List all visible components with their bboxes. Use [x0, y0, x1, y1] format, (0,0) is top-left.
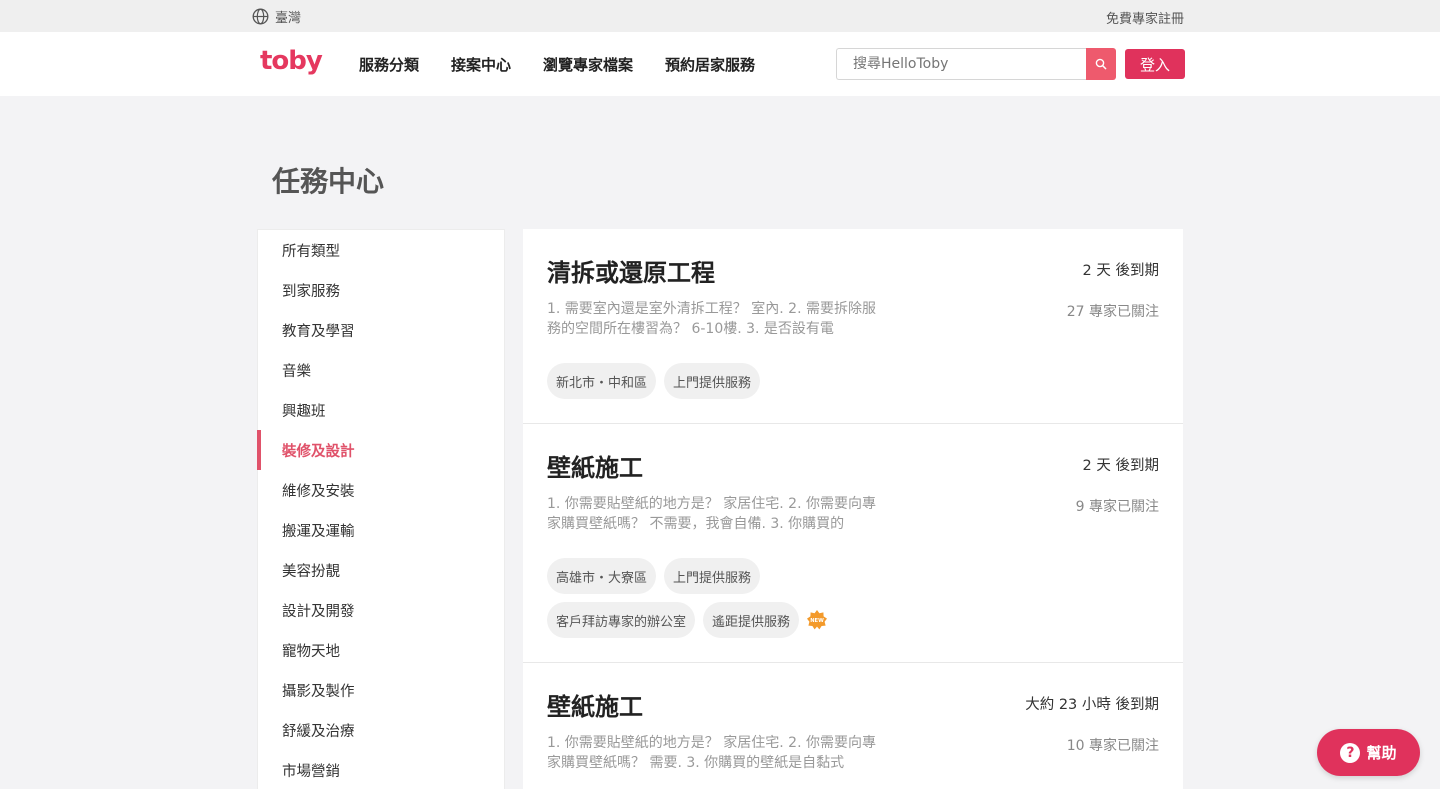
sidebar-item-education[interactable]: 教育及學習 — [258, 310, 504, 350]
toby-logo[interactable]: toby — [260, 46, 323, 76]
sidebar-item-label: 搬運及運輸 — [282, 523, 355, 540]
job-title[interactable]: 壁紙施工 — [547, 448, 1159, 482]
new-badge-label: NEW — [810, 618, 824, 624]
nav-book-home-service[interactable]: 預約居家服務 — [665, 54, 755, 75]
sidebar-item-pets[interactable]: 寵物天地 — [258, 630, 504, 670]
service-mode-tag: 遙距提供服務 — [703, 602, 800, 638]
new-badge-icon: NEW — [807, 610, 828, 630]
sidebar-item-label: 所有類型 — [282, 243, 340, 260]
job-tags: 高雄市・大寮區 上門提供服務 客戶拜訪專家的辦公室 遙距提供服務 NEW — [547, 558, 867, 638]
sidebar-item-photography[interactable]: 攝影及製作 — [258, 670, 504, 710]
sidebar-item-therapy[interactable]: 舒緩及治療 — [258, 710, 504, 750]
job-card[interactable]: 清拆或還原工程 2 天 後到期 27 專家已關注 1. 需要室內還是室外清拆工程… — [523, 229, 1183, 424]
sidebar-item-label: 音樂 — [282, 363, 311, 380]
region-selector[interactable]: 臺灣 — [252, 7, 301, 26]
search-icon — [1095, 58, 1107, 70]
job-feed: 清拆或還原工程 2 天 後到期 27 專家已關注 1. 需要室內還是室外清拆工程… — [523, 229, 1183, 789]
job-followers: 10 專家已關注 — [1066, 738, 1159, 754]
nav-links: 服務分類 接案中心 瀏覽專家檔案 預約居家服務 — [359, 54, 755, 75]
search-button[interactable] — [1086, 48, 1116, 80]
job-expiry: 2 天 後到期 — [1082, 263, 1159, 279]
sidebar-item-moving[interactable]: 搬運及運輸 — [258, 510, 504, 550]
job-card[interactable]: 壁紙施工 2 天 後到期 9 專家已關注 1. 你需要貼壁紙的地方是？ 家居住宅… — [523, 424, 1183, 663]
sidebar-item-label: 攝影及製作 — [282, 683, 355, 700]
job-expiry: 大約 23 小時 後到期 — [1025, 697, 1159, 713]
category-sidebar: 所有類型 到家服務 教育及學習 音樂 興趣班 裝修及設計 維修及安裝 搬運及運輸… — [257, 229, 505, 789]
job-title[interactable]: 清拆或還原工程 — [547, 253, 1159, 287]
top-utility-bar: 臺灣 免費專家註冊 — [0, 0, 1440, 32]
sidebar-item-label: 設計及開發 — [282, 603, 355, 620]
sidebar-item-all[interactable]: 所有類型 — [258, 230, 504, 270]
service-mode-tag: 上門提供服務 — [664, 363, 761, 399]
sidebar-item-label: 寵物天地 — [282, 643, 340, 660]
sidebar-item-label: 裝修及設計 — [282, 443, 355, 460]
sidebar-item-label: 教育及學習 — [282, 323, 355, 340]
login-button[interactable]: 登入 — [1125, 49, 1185, 79]
nav-service-categories[interactable]: 服務分類 — [359, 54, 419, 75]
sidebar-item-home-service[interactable]: 到家服務 — [258, 270, 504, 310]
sidebar-item-repair[interactable]: 維修及安裝 — [258, 470, 504, 510]
sidebar-item-label: 美容扮靚 — [282, 563, 340, 580]
job-description: 1. 你需要貼壁紙的地方是？ 家居住宅. 2. 你需要向專家購買壁紙嗎？ 不需要… — [547, 496, 876, 532]
location-tag: 高雄市・大寮區 — [547, 558, 657, 594]
job-description: 1. 你需要貼壁紙的地方是？ 家居住宅. 2. 你需要向專家購買壁紙嗎？ 需要.… — [547, 735, 876, 771]
search-input[interactable] — [836, 48, 1086, 80]
region-label: 臺灣 — [275, 11, 302, 26]
expert-register-link[interactable]: 免費專家註冊 — [1106, 8, 1184, 27]
sidebar-item-design-dev[interactable]: 設計及開發 — [258, 590, 504, 630]
sidebar-item-label: 市場營銷 — [282, 763, 340, 780]
globe-icon — [252, 8, 269, 25]
location-tag: 新北市・中和區 — [547, 363, 657, 399]
job-followers: 9 專家已關注 — [1075, 499, 1159, 515]
help-label: 幫助 — [1366, 744, 1397, 762]
job-followers: 27 專家已關注 — [1066, 304, 1159, 320]
job-tags: 新北市・中和區 上門提供服務 — [547, 363, 847, 399]
nav-job-center[interactable]: 接案中心 — [451, 54, 511, 75]
job-expiry: 2 天 後到期 — [1082, 458, 1159, 474]
sidebar-item-renovation[interactable]: 裝修及設計 — [257, 430, 504, 470]
page-title: 任務中心 — [272, 165, 385, 198]
nav-browse-experts[interactable]: 瀏覽專家檔案 — [543, 54, 633, 75]
question-icon: ? — [1340, 742, 1361, 763]
service-mode-tag: 客戶拜訪專家的辦公室 — [547, 602, 696, 638]
main-navbar: toby 服務分類 接案中心 瀏覽專家檔案 預約居家服務 登入 — [0, 32, 1440, 96]
job-description: 1. 需要室內還是室外清拆工程？ 室內. 2. 需要拆除服務的空間所在樓習為？ … — [547, 301, 876, 337]
help-button[interactable]: ? 幫助 — [1317, 729, 1420, 776]
sidebar-item-music[interactable]: 音樂 — [258, 350, 504, 390]
sidebar-item-label: 舒緩及治療 — [282, 723, 355, 740]
sidebar-item-label: 維修及安裝 — [282, 483, 355, 500]
sidebar-item-marketing[interactable]: 市場營銷 — [258, 750, 504, 789]
sidebar-item-label: 興趣班 — [282, 403, 326, 420]
job-card[interactable]: 壁紙施工 大約 23 小時 後到期 10 專家已關注 1. 你需要貼壁紙的地方是… — [523, 663, 1183, 789]
sidebar-item-beauty[interactable]: 美容扮靚 — [258, 550, 504, 590]
sidebar-item-hobby[interactable]: 興趣班 — [258, 390, 504, 430]
service-mode-tag: 上門提供服務 — [664, 558, 761, 594]
sidebar-item-label: 到家服務 — [282, 283, 340, 300]
